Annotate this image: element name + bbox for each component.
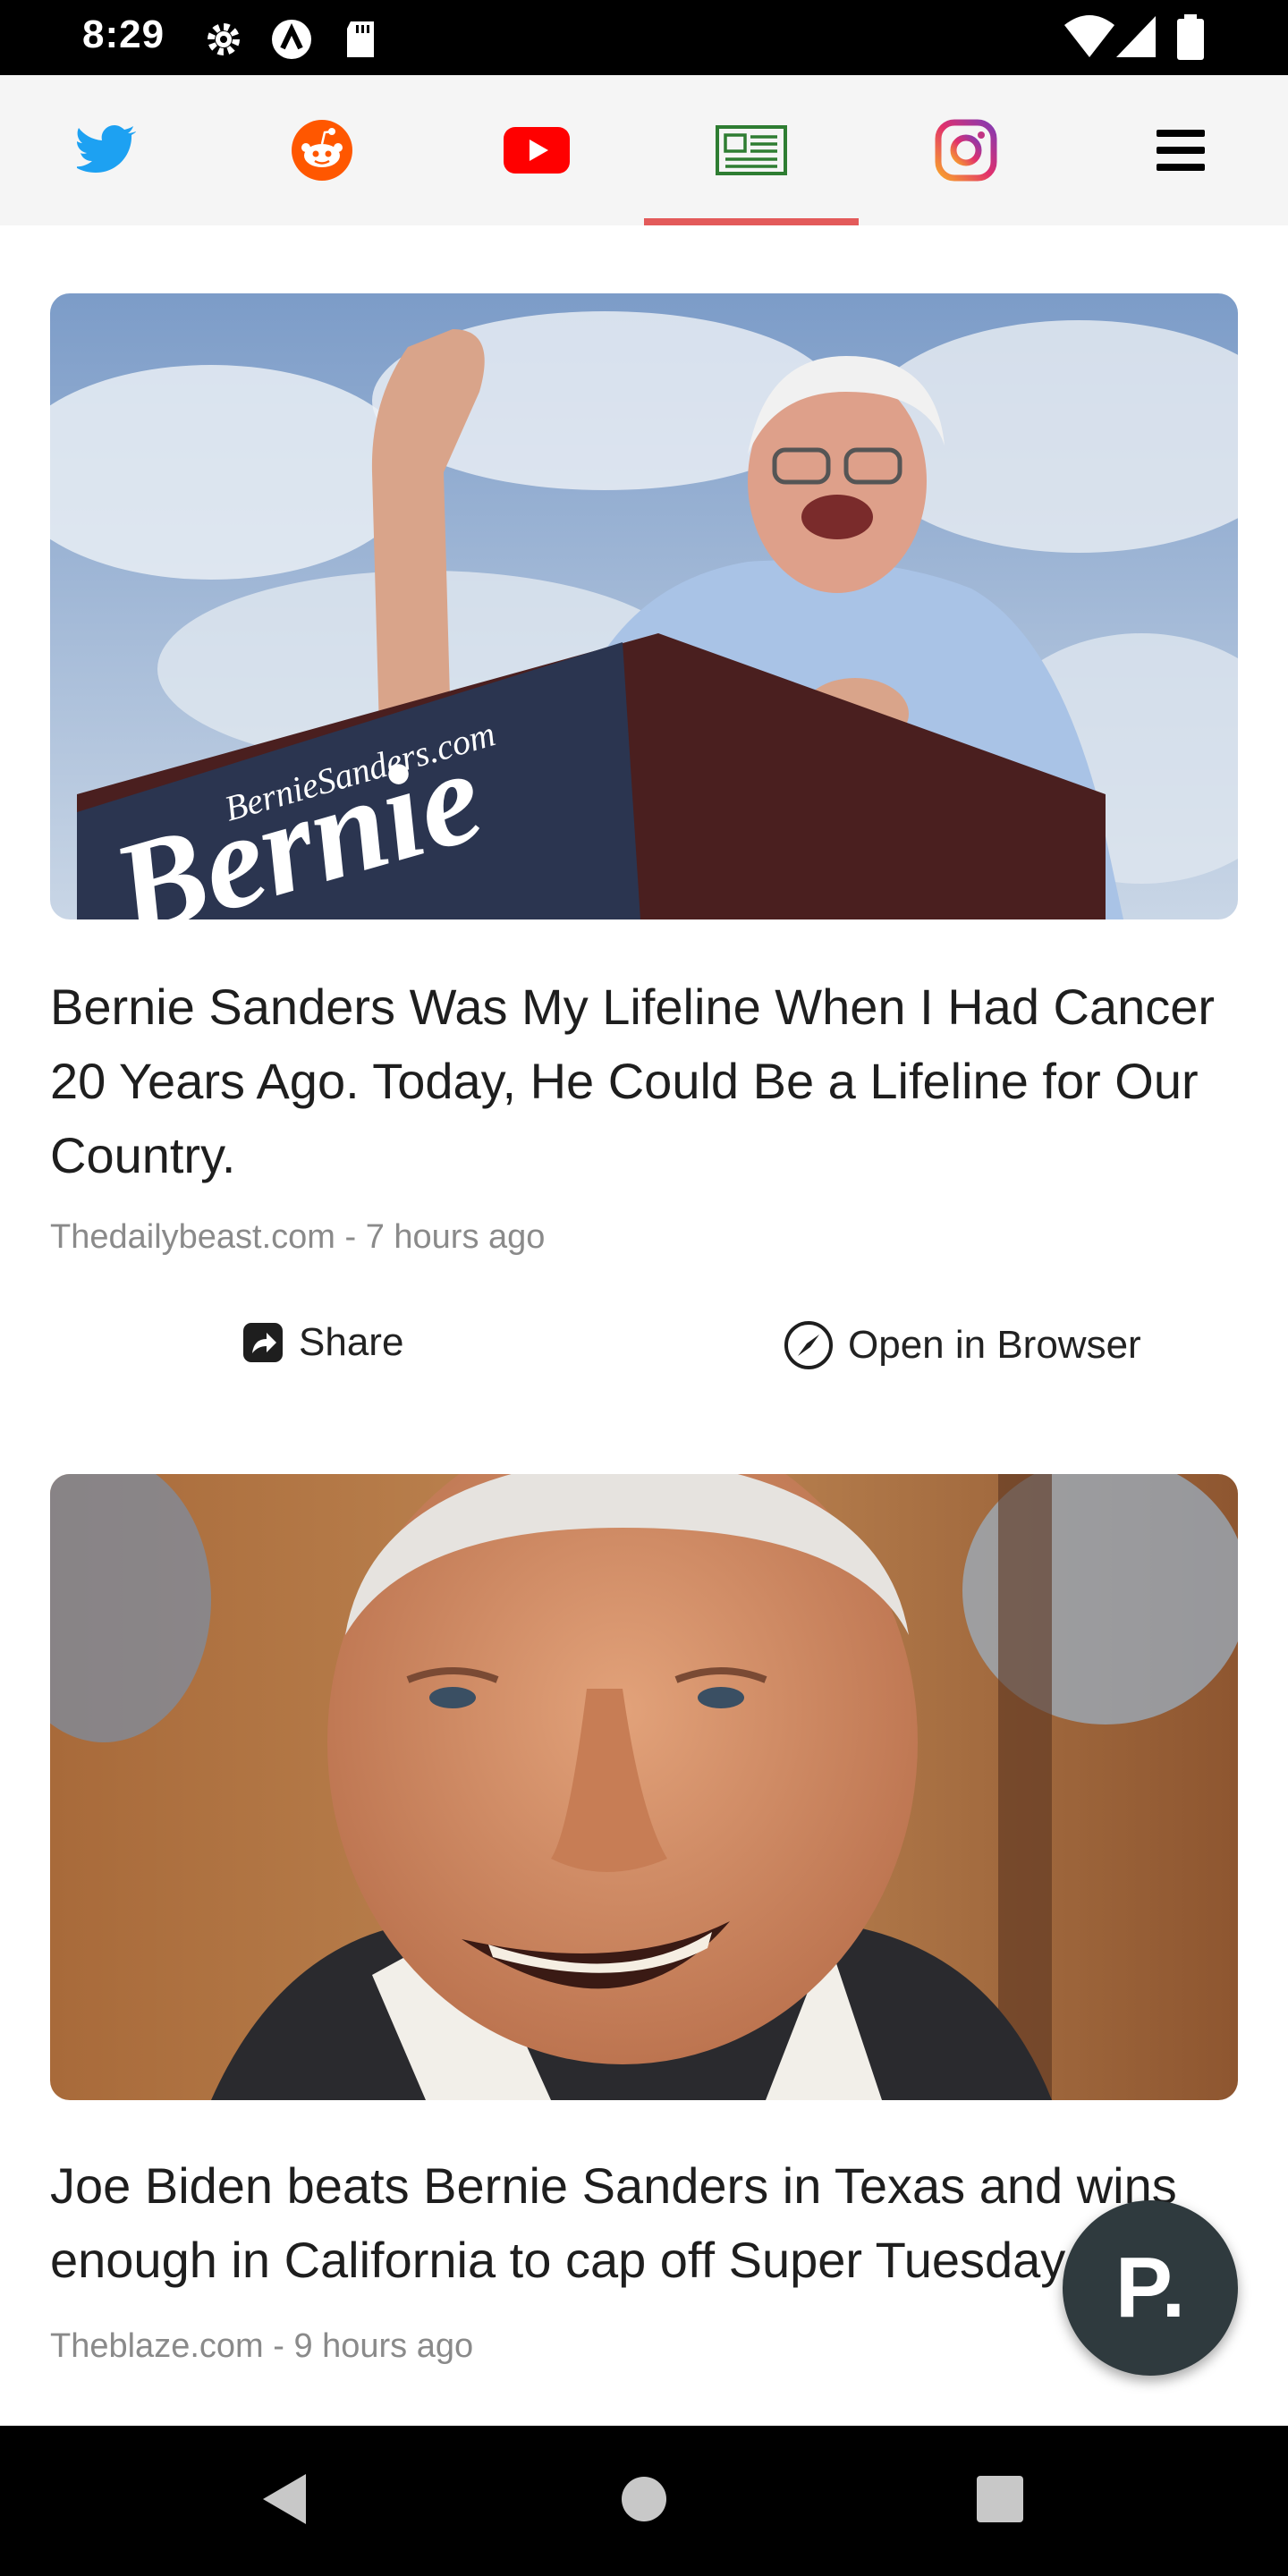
active-tab-indicator [644, 218, 859, 225]
back-icon[interactable] [259, 2470, 309, 2528]
status-time: 8:29 [82, 13, 165, 56]
twitter-icon [77, 125, 136, 173]
youtube-icon [504, 127, 570, 174]
article-source: Theblaze.com - 9 hours ago [50, 2327, 474, 2365]
news-feed[interactable]: BernieSanders.com Bernie Bernie Sanders … [0, 225, 1288, 2426]
recents-icon[interactable] [975, 2470, 1025, 2528]
tab-youtube[interactable] [429, 75, 644, 225]
tab-reddit[interactable] [215, 75, 429, 225]
open-in-browser-label: Open in Browser [848, 1323, 1141, 1367]
open-in-browser-button[interactable]: Open in Browser [784, 1320, 1141, 1370]
share-icon [243, 1323, 283, 1362]
reddit-icon [292, 120, 352, 181]
article-title[interactable]: Joe Biden beats Bernie Sanders in Texas … [50, 2148, 1238, 2297]
article-source: Thedailybeast.com - 7 hours ago [50, 1218, 546, 1256]
article-image[interactable] [50, 1474, 1238, 2100]
photo-bernie-sanders-at-podium: BernieSanders.com Bernie [50, 293, 1238, 919]
share-button[interactable]: Share [242, 1320, 403, 1365]
tab-menu[interactable] [1073, 75, 1288, 225]
hamburger-menu-icon [1157, 130, 1205, 171]
fab-label: P. [1114, 2240, 1186, 2335]
system-nav-bar [0, 2426, 1288, 2576]
share-label: Share [299, 1320, 404, 1364]
wifi-icon [1064, 15, 1114, 57]
gear-icon [208, 23, 240, 55]
tab-news[interactable] [644, 75, 859, 225]
tab-twitter[interactable] [0, 75, 215, 225]
compass-icon [784, 1321, 833, 1369]
photo-joe-biden-smiling [50, 1474, 1238, 2100]
newspaper-icon [716, 125, 787, 175]
instagram-icon [935, 119, 997, 182]
a-circle-icon [272, 20, 311, 59]
source-tab-bar [0, 75, 1288, 225]
home-icon[interactable] [621, 2470, 667, 2528]
tab-instagram[interactable] [859, 75, 1073, 225]
signal-icon [1116, 16, 1156, 57]
battery-icon [1177, 14, 1204, 60]
sd-card-icon [347, 21, 374, 57]
app-fab-button[interactable]: P. [1063, 2200, 1238, 2376]
status-bar: 8:29 [0, 0, 1288, 75]
article-image[interactable]: BernieSanders.com Bernie [50, 293, 1238, 919]
article-title[interactable]: Bernie Sanders Was My Lifeline When I Ha… [50, 970, 1238, 1192]
